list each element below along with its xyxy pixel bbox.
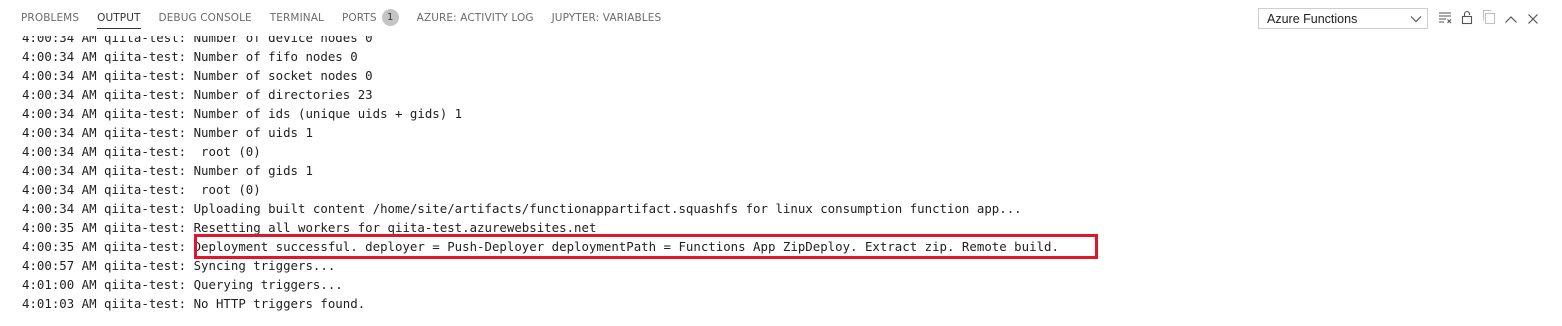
tab-jupyter-variables[interactable]: JUPYTER: VARIABLES — [543, 0, 671, 36]
tab-ports[interactable]: PORTS 1 — [333, 0, 408, 36]
open-in-editor-button[interactable] — [1478, 9, 1500, 29]
log-line-deployment-successful: 4:00:35 AM qiita-test: Deployment succes… — [22, 239, 1059, 254]
log-line: 4:00:34 AM qiita-test: Number of directo… — [22, 87, 373, 102]
log-line: 4:00:35 AM qiita-test: Resetting all wor… — [22, 220, 597, 235]
tab-debug-console[interactable]: DEBUG CONSOLE — [150, 0, 261, 36]
tab-ports-label: PORTS — [341, 12, 377, 24]
chevron-down-icon — [1405, 9, 1427, 28]
output-log: 4:00:34 AM qiita-test: Number of device … — [22, 36, 1059, 313]
log-line: 4:00:34 AM qiita-test: Number of gids 1 — [22, 163, 313, 178]
log-line: 4:00:34 AM qiita-test: root (0) — [22, 144, 261, 159]
log-line: 4:00:34 AM qiita-test: Number of fifo no… — [22, 49, 358, 64]
close-panel-button[interactable] — [1522, 9, 1544, 29]
log-line: 4:00:34 AM qiita-test: Number of device … — [22, 36, 373, 45]
tab-output[interactable]: OUTPUT — [88, 0, 149, 36]
output-channel-select[interactable]: Azure Functions — [1258, 8, 1428, 29]
ports-count-badge: 1 — [381, 8, 399, 26]
log-line: 4:01:00 AM qiita-test: Querying triggers… — [22, 277, 343, 292]
log-line: 4:00:34 AM qiita-test: Number of ids (un… — [22, 106, 463, 121]
tab-problems[interactable]: PROBLEMS — [12, 0, 88, 36]
output-view[interactable]: 4:00:34 AM qiita-test: Number of device … — [0, 36, 1562, 326]
log-line: 4:00:34 AM qiita-test: Number of uids 1 — [22, 125, 313, 140]
panel-actions — [1434, 9, 1544, 29]
log-line: 4:01:03 AM qiita-test: No HTTP triggers … — [22, 296, 366, 311]
panel-tabs: PROBLEMS OUTPUT DEBUG CONSOLE TERMINAL P… — [12, 0, 670, 36]
lock-scroll-button[interactable] — [1456, 9, 1478, 29]
output-scrollbar[interactable] — [1548, 36, 1562, 326]
clear-all-icon — [1437, 9, 1453, 29]
tab-azure-activity-log[interactable]: AZURE: ACTIVITY LOG — [408, 0, 543, 36]
log-line: 4:00:34 AM qiita-test: Number of socket … — [22, 68, 373, 83]
maximize-panel-button[interactable] — [1500, 9, 1522, 29]
log-line: 4:00:57 AM qiita-test: Syncing triggers.… — [22, 258, 336, 273]
log-line: 4:00:34 AM qiita-test: root (0) — [22, 182, 261, 197]
lock-icon — [1459, 9, 1475, 29]
close-icon — [1527, 10, 1539, 29]
output-channel-value: Azure Functions — [1267, 11, 1358, 26]
tab-terminal[interactable]: TERMINAL — [261, 0, 333, 36]
log-line: 4:00:34 AM qiita-test: Uploading built c… — [22, 201, 1022, 216]
copy-icon — [1481, 9, 1497, 29]
panel-tab-bar: PROBLEMS OUTPUT DEBUG CONSOLE TERMINAL P… — [0, 0, 1562, 36]
chevron-up-icon — [1504, 10, 1518, 29]
clear-output-button[interactable] — [1434, 9, 1456, 29]
